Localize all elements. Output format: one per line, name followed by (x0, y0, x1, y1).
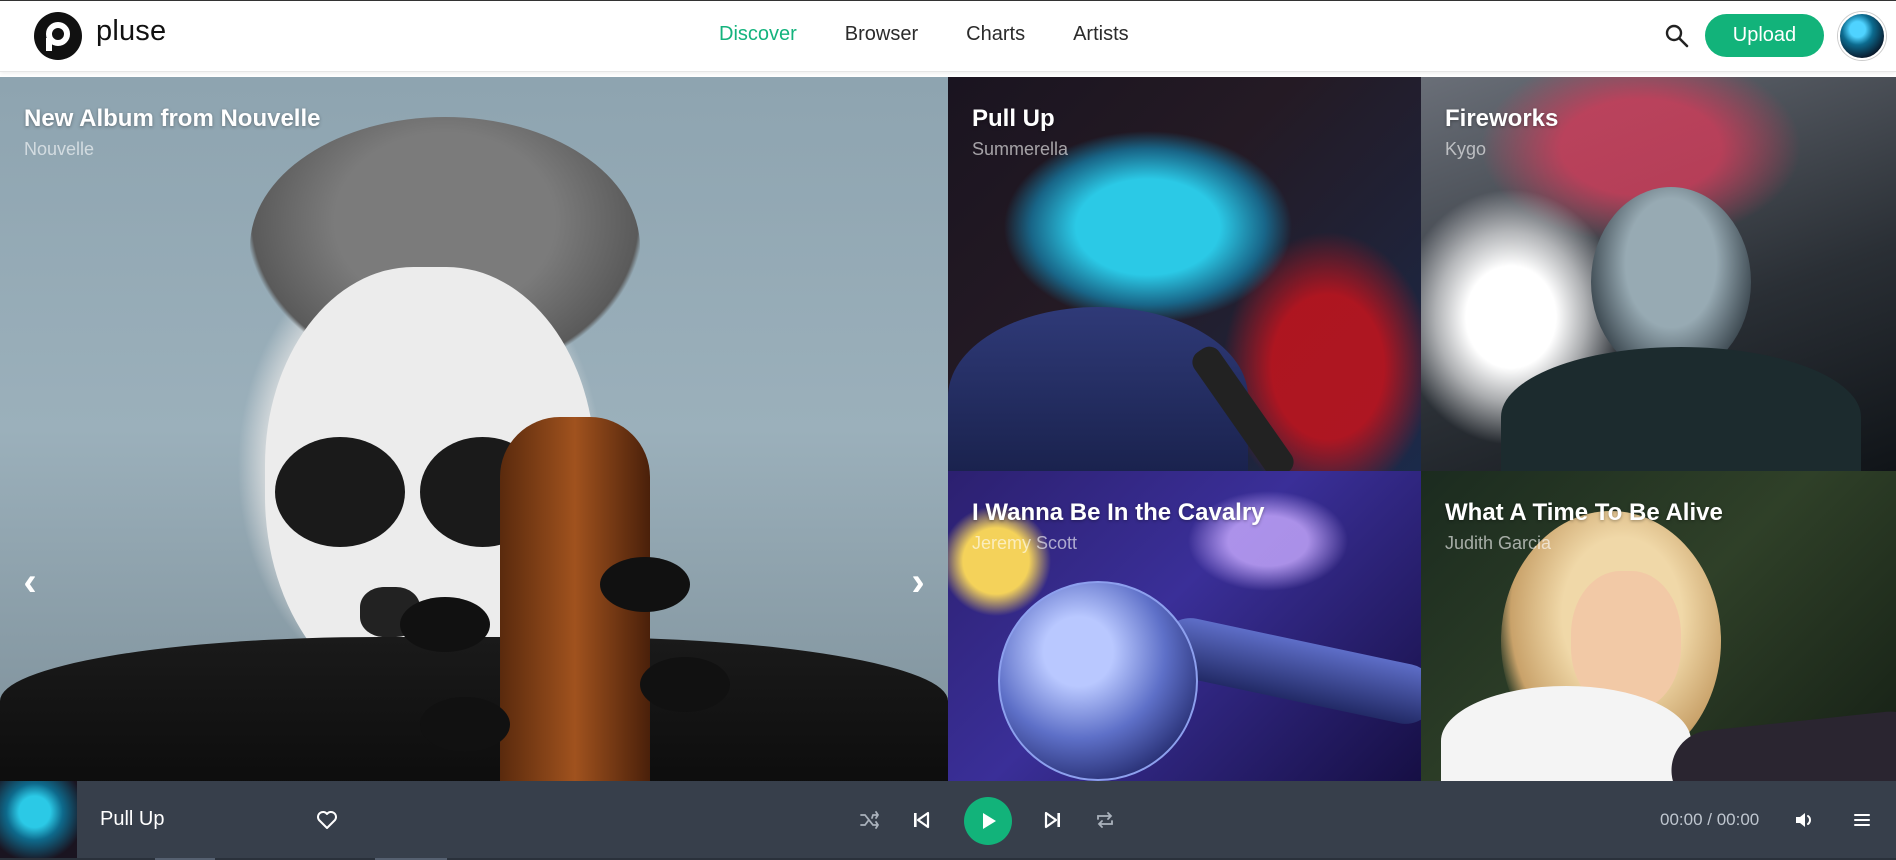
tile-title: Fireworks (1445, 105, 1559, 132)
user-avatar[interactable] (1838, 12, 1886, 60)
tile-cavalry[interactable]: I Wanna Be In the Cavalry Jeremy Scott (948, 471, 1421, 781)
track-title[interactable]: Pull Up (100, 808, 164, 831)
heart-icon[interactable] (315, 808, 339, 832)
tile-time-to-be-alive[interactable]: What A Time To Be Alive Judith Garcia (1421, 471, 1896, 781)
pluse-logo-icon[interactable] (34, 12, 82, 60)
tile-artist: Summerella (972, 139, 1069, 159)
repeat-icon[interactable] (1093, 808, 1117, 832)
top-header: pluse Discover Browser Charts Artists Up… (0, 0, 1896, 72)
playlist-icon[interactable] (1850, 808, 1874, 832)
featured-main-tile[interactable]: New Album from Nouvelle Nouvelle (0, 77, 948, 781)
tile-artist: Kygo (1445, 139, 1487, 159)
shuffle-icon[interactable] (858, 808, 882, 832)
upload-button[interactable]: Upload (1705, 14, 1824, 57)
next-icon[interactable] (1041, 808, 1065, 832)
main-tile-title: New Album from Nouvelle (24, 105, 321, 132)
previous-icon[interactable] (909, 808, 933, 832)
featured-grid: New Album from Nouvelle Nouvelle ‹ › Pul… (0, 77, 1896, 781)
nav-charts[interactable]: Charts (966, 23, 1025, 46)
tile-title: I Wanna Be In the Cavalry (972, 499, 1265, 526)
playback-time: 00:00 / 00:00 (1660, 810, 1760, 829)
tile-fireworks[interactable]: Fireworks Kygo (1421, 77, 1896, 471)
volume-icon[interactable] (1792, 808, 1816, 832)
search-icon[interactable] (1664, 23, 1690, 49)
tile-artist: Jeremy Scott (972, 533, 1078, 553)
player-bar: Pull Up 00:00 / 00:00 (0, 781, 1896, 860)
nav-browser[interactable]: Browser (845, 23, 918, 46)
track-cover[interactable] (0, 781, 77, 858)
play-icon (983, 813, 996, 829)
carousel-prev-icon[interactable]: ‹ (15, 562, 45, 602)
main-tile-artist: Nouvelle (24, 139, 95, 159)
play-button[interactable] (964, 797, 1012, 845)
tile-artist: Judith Garcia (1445, 533, 1552, 553)
tile-pull-up[interactable]: Pull Up Summerella (948, 77, 1421, 471)
tile-title: What A Time To Be Alive (1445, 499, 1723, 526)
nav-artists[interactable]: Artists (1073, 23, 1129, 46)
brand-name[interactable]: pluse (96, 15, 166, 48)
nav-discover[interactable]: Discover (719, 23, 797, 46)
tile-title: Pull Up (972, 105, 1055, 132)
carousel-next-icon[interactable]: › (903, 562, 933, 602)
main-nav: Discover Browser Charts Artists (719, 23, 1177, 46)
